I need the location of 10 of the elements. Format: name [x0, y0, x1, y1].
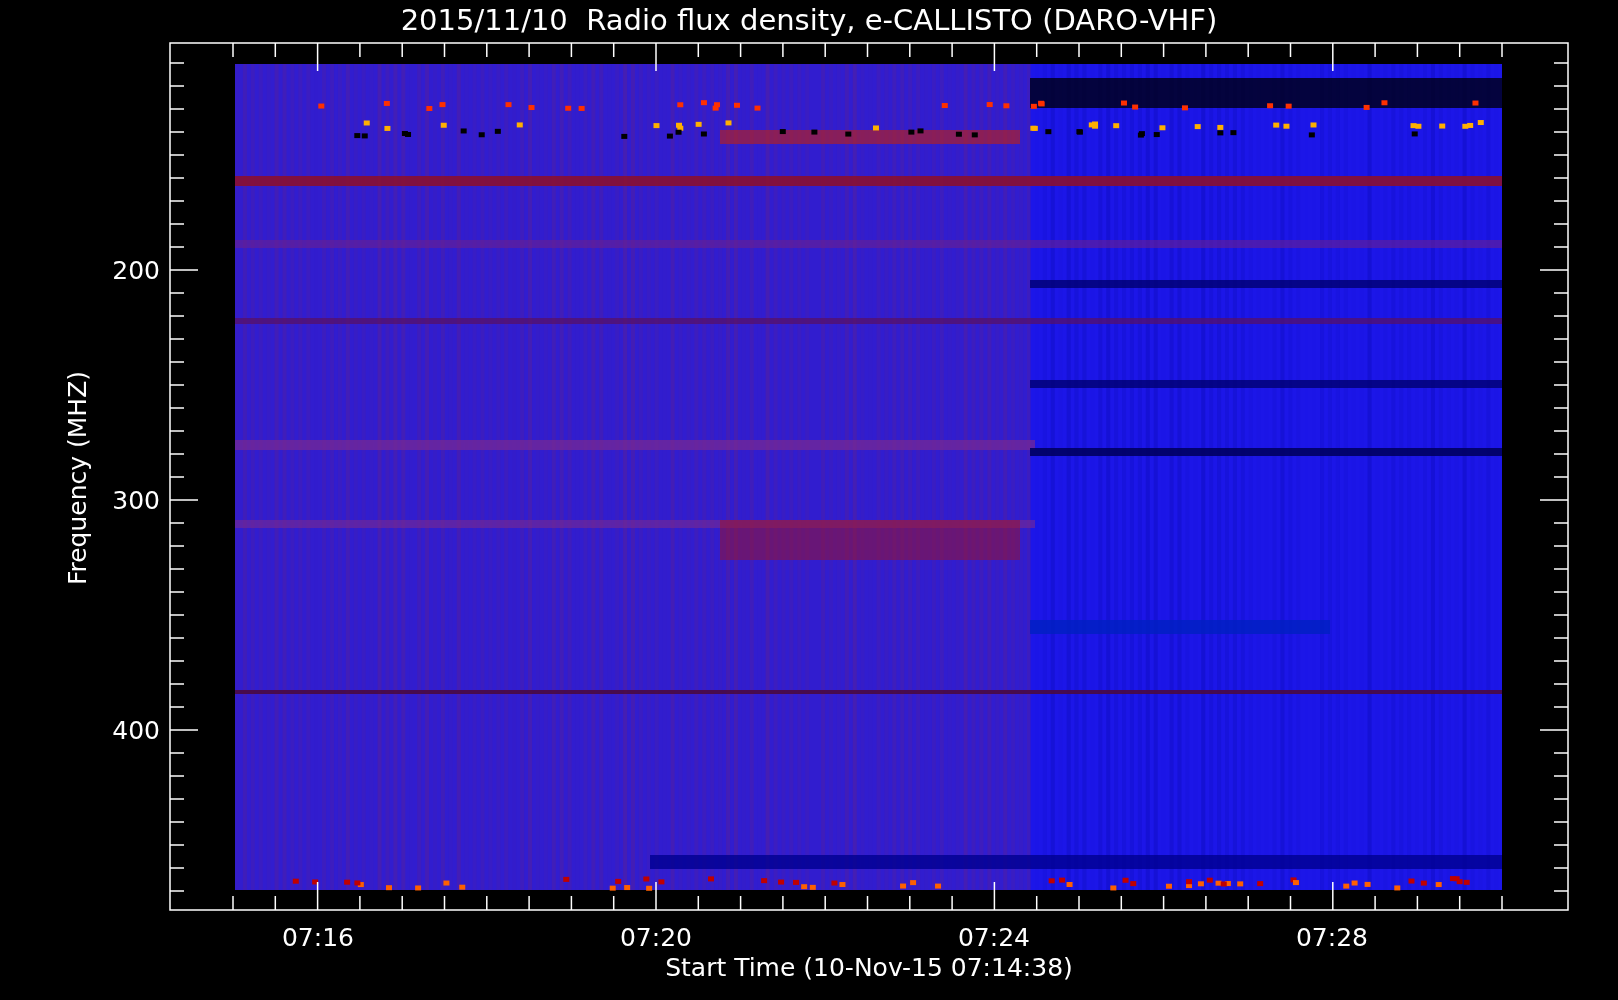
tick-label: 07:24 — [958, 923, 1030, 952]
axis-title: Frequency (MHZ) — [63, 370, 92, 586]
axis-title: Start Time (10-Nov-15 07:14:38) — [665, 953, 1073, 982]
tick-label: 400 — [112, 716, 160, 745]
tick-label: 07:28 — [1296, 923, 1368, 952]
tick-label: 300 — [112, 486, 160, 515]
tick-label: 07:16 — [282, 923, 354, 952]
chart-title: 2015/11/10 Radio flux density, e-CALLISTO (DARO-VHF) — [400, 3, 1218, 37]
tick-label: 200 — [112, 256, 160, 285]
tick-label: 07:20 — [620, 923, 692, 952]
